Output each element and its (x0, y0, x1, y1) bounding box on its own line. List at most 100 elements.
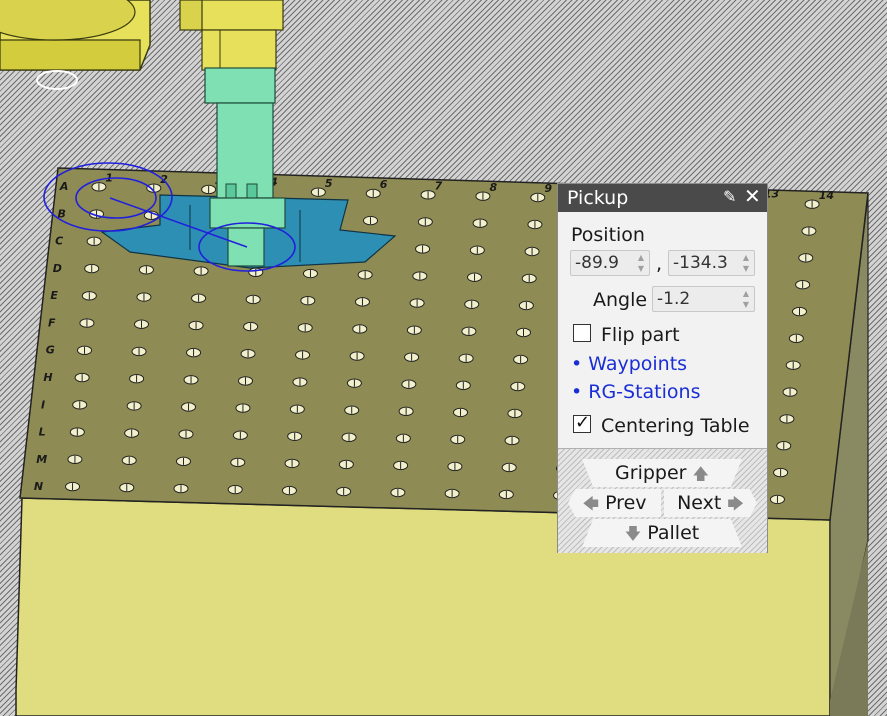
position-y-spinbox[interactable]: ▲ ▼ (668, 250, 755, 276)
board-hole (518, 300, 534, 311)
board-hole (788, 333, 804, 344)
centering-table-checkbox[interactable]: ✓ (573, 412, 591, 433)
board-hole (504, 435, 520, 446)
next-button[interactable]: Next 🡆 (664, 489, 757, 517)
board-hole (779, 414, 795, 424)
robot-base[interactable] (0, 0, 151, 90)
angle-down-icon[interactable]: ▼ (741, 300, 751, 310)
board-hole (344, 405, 360, 415)
board-hole (237, 376, 253, 386)
board-hole (126, 401, 142, 411)
pin-icon[interactable]: ✎ (723, 187, 736, 206)
board-hole (365, 188, 381, 199)
board-hole (84, 263, 100, 274)
board-hole (133, 319, 149, 329)
board-hole (81, 291, 97, 301)
board-hole (297, 323, 313, 333)
gripper-button[interactable]: Gripper 🡅 (582, 459, 742, 487)
board-hole (349, 351, 365, 361)
board-hole (136, 292, 152, 302)
board-hole (363, 215, 379, 226)
board-hole (201, 184, 217, 195)
board-hole (65, 481, 81, 492)
board-hole (346, 378, 362, 388)
pallet-button[interactable]: 🡇 Pallet (582, 519, 742, 547)
position-x-input[interactable] (571, 251, 639, 275)
board-hole (461, 326, 477, 337)
pickup-titlebar[interactable]: Pickup ✎ ✕ (558, 184, 767, 212)
board-hole (354, 297, 370, 307)
column-label: 8 (489, 181, 497, 194)
rg-stations-link[interactable]: • RG-Stations (571, 381, 700, 403)
board-hole (406, 325, 422, 335)
board-hole (295, 350, 311, 360)
gripper-button-label: Gripper (615, 462, 687, 484)
board-hole (188, 320, 204, 331)
position-label: Position (571, 224, 645, 246)
board-hole (121, 455, 137, 466)
position-x-down-icon[interactable]: ▼ (636, 264, 646, 274)
board-hole (69, 427, 85, 437)
position-y-input[interactable] (669, 251, 744, 275)
board-hole (74, 372, 90, 383)
centering-table-label[interactable]: Centering Table (601, 415, 750, 437)
board-hole (129, 373, 145, 384)
column-label: 7 (435, 179, 443, 192)
column-label: 5 (325, 177, 333, 190)
board-hole (131, 346, 147, 357)
position-x-up-icon[interactable]: ▲ (636, 253, 646, 263)
board-hole (191, 293, 207, 303)
position-y-up-icon[interactable]: ▲ (741, 253, 751, 263)
angle-input[interactable] (653, 287, 743, 311)
board-hole (458, 353, 474, 364)
board-hole (469, 245, 485, 255)
board-hole (524, 246, 540, 257)
board-hole (417, 217, 433, 227)
board-hole (193, 266, 209, 276)
board-hole (455, 380, 471, 391)
board-hole (472, 218, 488, 228)
position-separator: , (656, 253, 663, 275)
board-hole (292, 377, 308, 387)
board-hole (186, 347, 202, 358)
board-hole (173, 483, 189, 494)
board-hole (530, 192, 546, 203)
angle-up-icon[interactable]: ▲ (741, 289, 751, 299)
row-label: I (41, 398, 45, 411)
board-hole (404, 352, 420, 362)
next-button-label: Next (677, 492, 722, 514)
prev-button[interactable]: 🡄 Prev (568, 489, 661, 517)
board-hole (798, 253, 814, 263)
angle-label: Angle (593, 289, 648, 311)
board-hole (395, 433, 411, 444)
waypoints-link[interactable]: • Waypoints (571, 353, 687, 375)
arrow-left-icon: 🡄 (582, 494, 600, 513)
board-hole (235, 403, 251, 413)
board-hole (498, 489, 514, 500)
board-hole (475, 191, 491, 201)
board-hole (801, 226, 817, 236)
position-y-down-icon[interactable]: ▼ (741, 264, 751, 274)
position-x-spinbox[interactable]: ▲ ▼ (570, 250, 650, 276)
flip-part-checkbox[interactable] (573, 324, 591, 342)
board-hole (341, 432, 357, 443)
arrow-right-icon: 🡆 (727, 494, 744, 513)
board-hole (287, 431, 303, 441)
panel-title: Pickup (567, 187, 629, 209)
flip-part-label[interactable]: Flip part (601, 324, 680, 346)
board-hole (791, 306, 807, 317)
board-hole (289, 404, 305, 414)
row-label: E (50, 289, 58, 302)
angle-spinbox[interactable]: ▲ ▼ (652, 286, 755, 312)
board-hole (467, 272, 483, 282)
board-hole (77, 345, 93, 356)
board-hole (393, 460, 409, 471)
row-label: A (59, 180, 69, 193)
board-hole (415, 244, 431, 254)
board-hole (776, 441, 792, 451)
arrow-up-icon: 🡅 (692, 464, 709, 483)
checkmark-icon: ✓ (575, 412, 591, 433)
close-icon[interactable]: ✕ (744, 184, 761, 208)
board-hole (769, 494, 785, 505)
board-hole (450, 434, 466, 445)
